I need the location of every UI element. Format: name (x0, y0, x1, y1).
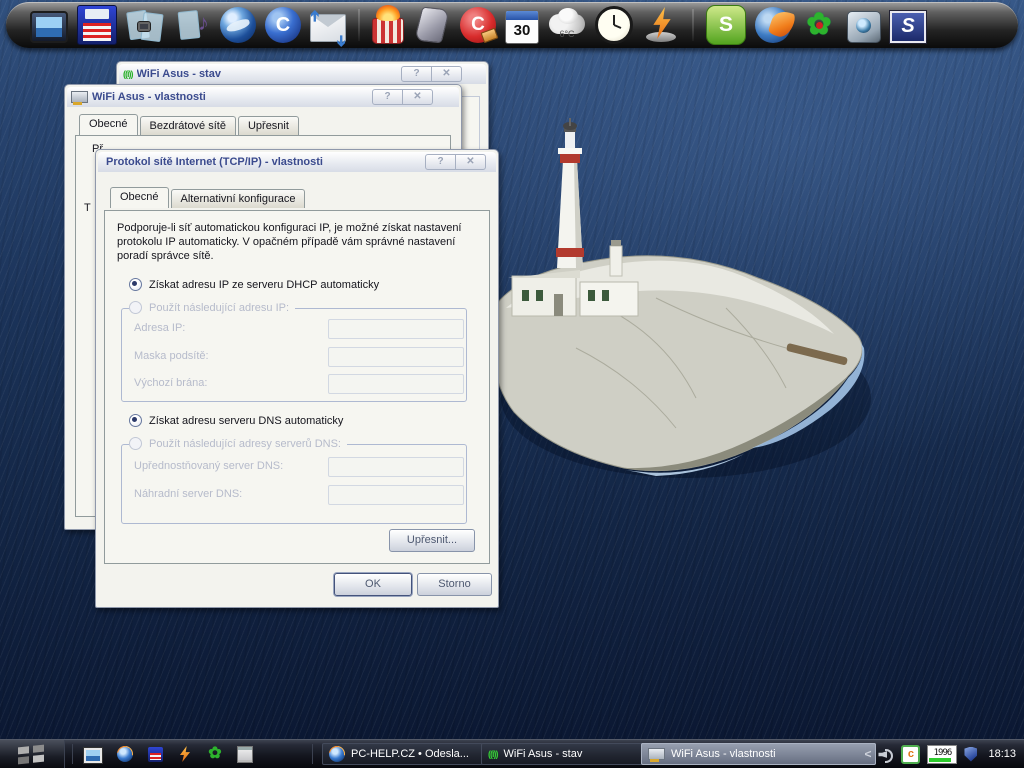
thunderbird-icon[interactable] (755, 7, 791, 43)
tab-alternativni-konfigurace[interactable]: Alternativní konfigurace (171, 189, 306, 208)
network-meter[interactable]: 1996 (927, 745, 957, 764)
radio-dhcp-auto[interactable]: Získat adresu IP ze serveru DHCP automat… (129, 278, 385, 291)
weather-icon[interactable]: 6°C (548, 6, 586, 44)
tray-clock[interactable]: 18:13 (984, 748, 1020, 760)
music-note-icon: ♪ (198, 10, 209, 36)
ok-button[interactable]: OK (334, 573, 412, 596)
winamp-icon[interactable] (642, 6, 680, 44)
preferred-dns-field (328, 457, 464, 477)
radio-dot (129, 437, 142, 450)
backup-floppy-icon[interactable] (77, 5, 117, 45)
quicklaunch-firefox[interactable] (116, 745, 134, 763)
radio-dot (129, 278, 142, 291)
dock-divider (358, 9, 360, 41)
calendar-icon[interactable]: 30 (505, 10, 539, 44)
preferred-dns-label: Upřednostňovaný server DNS: (134, 460, 283, 472)
shield-icon[interactable] (964, 747, 977, 762)
titlebar-wifi-status[interactable]: ((i)) WiFi Asus - stav ? ✕ (119, 64, 486, 84)
radio-dot (129, 301, 142, 314)
static-ip-groupbox: Adresa IP: Maska podsítě: Výchozí brána: (121, 308, 467, 402)
skype-icon[interactable]: S (706, 5, 746, 45)
alternate-dns-field (328, 485, 464, 505)
music-player-icon[interactable]: ♪ (173, 6, 211, 44)
lighthouse (508, 118, 638, 316)
tcpip-tab-page: Podporuje-li síť automatickou konfigurac… (104, 210, 490, 564)
lighthouse-island-image (486, 98, 872, 484)
task-wifi-stav[interactable]: ((i)) WiFi Asus - stav (481, 743, 651, 765)
dhcp-intro-text: Podporuje-li síť automatickou konfigurac… (117, 221, 471, 263)
alternate-dns-label: Náhradní server DNS: (134, 488, 242, 500)
tab-bezdratove-site[interactable]: Bezdrátové sítě (140, 116, 236, 135)
ip-address-label: Adresa IP: (134, 322, 185, 334)
start-button[interactable] (0, 740, 65, 768)
dock-divider (692, 9, 694, 41)
nero-burning-icon[interactable] (372, 18, 404, 44)
window-title: Protokol sítě Internet (TCP/IP) - vlastn… (102, 156, 421, 168)
desktop-preview-icon[interactable] (30, 11, 68, 43)
system-tray: < c 1996 18:13 (864, 740, 1024, 768)
quicklaunch-icq[interactable]: ✿ (206, 745, 224, 763)
radio-dns-auto[interactable]: Získat adresu serveru DNS automaticky (129, 414, 349, 427)
window-title: WiFi Asus - vlastnosti (92, 91, 368, 103)
network-adapter-icon (71, 91, 88, 103)
gateway-label: Výchozí brána: (134, 377, 207, 389)
ip-address-field (328, 319, 464, 339)
quicklaunch-notes[interactable] (236, 745, 254, 763)
uses-label-fragment: T (84, 202, 91, 214)
tab-obecne[interactable]: Obecné (110, 187, 169, 208)
meter-bar (929, 758, 951, 762)
volume-icon[interactable] (878, 747, 894, 761)
radio-static-ip: Použít následující adresu IP: (129, 301, 295, 314)
collapse-chevron-icon[interactable]: < (864, 747, 871, 761)
webcam-icon[interactable] (847, 11, 881, 43)
manual-dns-groupbox: Upřednostňovaný server DNS: Náhradní ser… (121, 444, 467, 524)
network-adapter-icon (648, 748, 665, 760)
close-button[interactable]: ✕ (402, 90, 432, 104)
subnet-mask-label: Maska podsítě: (134, 350, 209, 362)
weather-temp: 6°C (548, 29, 586, 39)
wifi-antenna-icon: ((i)) (123, 69, 133, 79)
script-editor-icon[interactable] (413, 6, 451, 44)
copernic-icon[interactable]: C (265, 7, 301, 43)
quicklaunch-backup[interactable] (146, 745, 164, 763)
windows-flag-icon (18, 745, 44, 765)
clock-widget-icon[interactable] (595, 6, 633, 44)
firefox-icon (329, 746, 345, 762)
tab-obecne[interactable]: Obecné (79, 114, 138, 135)
taskbar: ✿ PC-HELP.CZ • Odesla... ((i)) WiFi Asus… (0, 739, 1024, 768)
advanced-button[interactable]: Upřesnit... (389, 529, 475, 552)
top-dock: ♪ C ➔➔ C 30 6°C S ✿ S (6, 2, 1018, 48)
task-wifi-vlastnosti[interactable]: WiFi Asus - vlastnosti (641, 743, 876, 765)
calendar-day: 30 (514, 22, 531, 39)
cancel-button[interactable]: Storno (417, 573, 492, 596)
window-tcpip-properties: Protokol sítě Internet (TCP/IP) - vlastn… (95, 149, 499, 608)
window-title: WiFi Asus - stav (137, 68, 398, 80)
photo-viewer-icon[interactable] (126, 6, 164, 44)
mail-sync-icon[interactable]: ➔➔ (310, 14, 346, 42)
tab-upresnit[interactable]: Upřesnit (238, 116, 299, 135)
google-earth-icon[interactable] (220, 7, 256, 43)
help-button[interactable]: ? (426, 155, 455, 169)
cd-app-tray-icon[interactable]: c (901, 745, 920, 764)
ccleaner-icon[interactable]: C (460, 7, 496, 43)
titlebar-tcpip[interactable]: Protokol sítě Internet (TCP/IP) - vlastn… (98, 152, 496, 172)
meter-value: 1996 (934, 748, 952, 758)
quicklaunch-show-desktop[interactable] (84, 745, 102, 763)
close-button[interactable]: ✕ (455, 155, 485, 169)
help-button[interactable]: ? (402, 67, 431, 81)
titlebar-wifi-properties[interactable]: WiFi Asus - vlastnosti ? ✕ (67, 87, 459, 107)
wifi-antenna-icon: ((i)) (488, 749, 498, 759)
radio-dot (129, 414, 142, 427)
quicklaunch-winamp[interactable] (176, 745, 194, 763)
close-button[interactable]: ✕ (431, 67, 461, 81)
dvd-player-icon[interactable]: S (890, 11, 926, 43)
radio-dns-manual: Použít následující adresy serverů DNS: (129, 437, 347, 450)
task-pchelp-firefox[interactable]: PC-HELP.CZ • Odesla... (322, 743, 488, 765)
help-button[interactable]: ? (373, 90, 402, 104)
subnet-mask-field (328, 347, 464, 367)
gateway-field (328, 374, 464, 394)
icq-flower-icon[interactable]: ✿ (800, 6, 838, 44)
